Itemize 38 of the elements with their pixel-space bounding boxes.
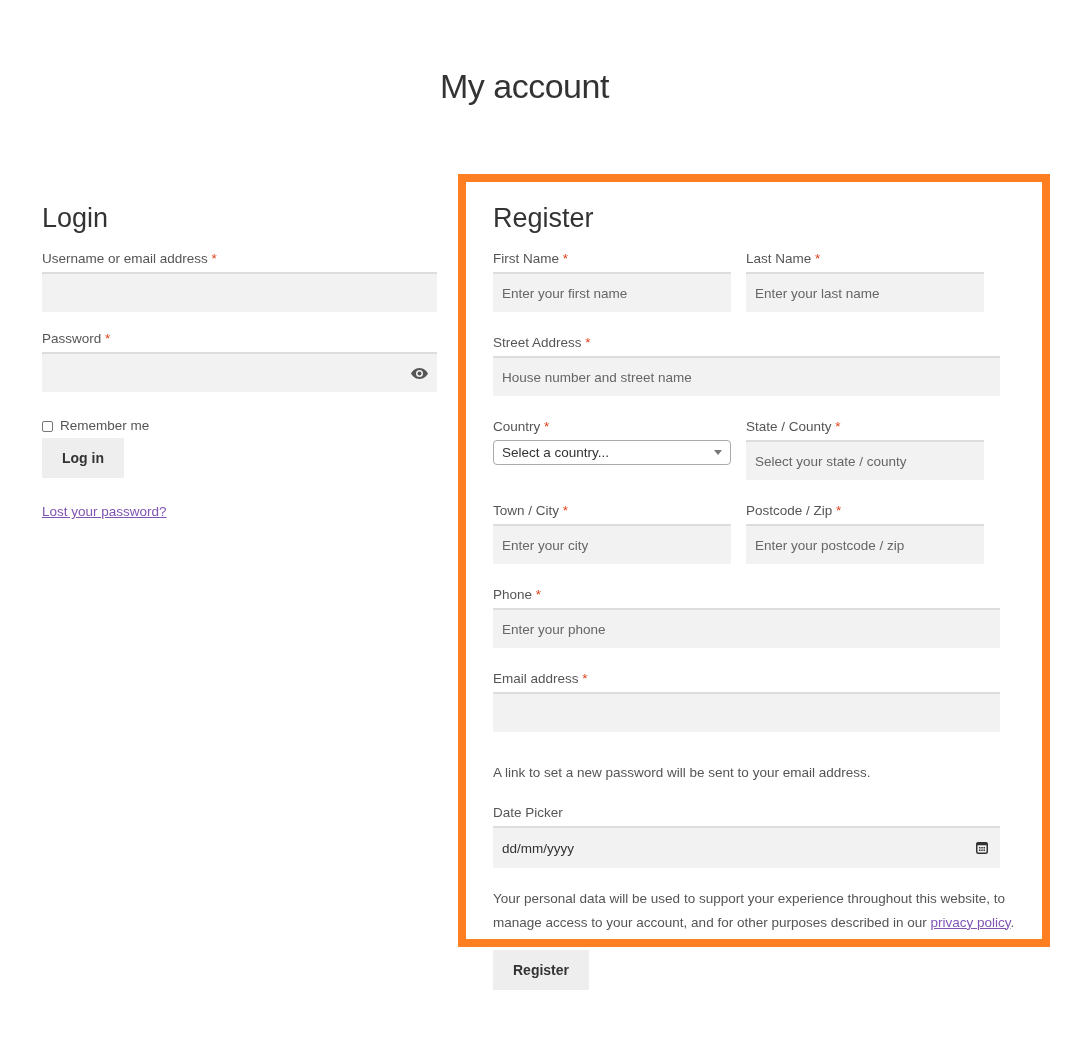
caret-icon bbox=[714, 450, 722, 455]
input-field[interactable]: Enter your phone bbox=[493, 608, 1000, 648]
register-heading: Register bbox=[493, 202, 595, 235]
field-label: Email address * bbox=[493, 670, 589, 688]
login-button[interactable]: Log in bbox=[42, 438, 124, 478]
password-note: A link to set a new password will be sent to your email address. bbox=[493, 764, 872, 782]
input-field[interactable]: Enter your last name bbox=[746, 272, 984, 312]
input-field[interactable]: Select your state / county bbox=[746, 440, 984, 480]
field-label: Postcode / Zip * bbox=[746, 502, 843, 520]
field-label: State / County * bbox=[746, 418, 842, 436]
input-field[interactable]: Enter your postcode / zip bbox=[746, 524, 984, 564]
field-label: Password * bbox=[42, 330, 112, 348]
lost-password-link[interactable]: Lost your password? bbox=[42, 504, 167, 519]
input-field[interactable]: House number and street name bbox=[493, 356, 1000, 396]
field-label: Username or email address * bbox=[42, 250, 218, 268]
calendar-icon[interactable] bbox=[976, 842, 988, 854]
username-field[interactable] bbox=[42, 272, 437, 312]
field-label: Country * bbox=[493, 418, 551, 436]
input-field[interactable] bbox=[493, 692, 1000, 732]
input-field[interactable]: Enter your first name bbox=[493, 272, 731, 312]
country-select[interactable]: Select a country... bbox=[493, 440, 731, 465]
password-field[interactable] bbox=[42, 352, 437, 392]
field-label: Town / City * bbox=[493, 502, 570, 520]
login-heading: Login bbox=[42, 202, 109, 235]
page-title: My account bbox=[439, 66, 611, 107]
field-label: Date Picker bbox=[493, 804, 564, 822]
field-label: Street Address * bbox=[493, 334, 592, 352]
register-button[interactable]: Register bbox=[493, 950, 590, 990]
input-field[interactable]: Enter your city bbox=[493, 524, 731, 564]
eye-icon[interactable] bbox=[411, 367, 428, 379]
field-label: Last Name * bbox=[746, 250, 822, 268]
privacy-policy-link[interactable]: privacy policy bbox=[930, 914, 1011, 930]
date-field[interactable]: dd/mm/yyyy bbox=[493, 826, 1000, 868]
field-label: Phone * bbox=[493, 586, 543, 604]
field-label: First Name * bbox=[493, 250, 570, 268]
remember-label: Remember me bbox=[60, 417, 150, 435]
privacy-text: Your personal data will be used to support your experience throughout this website, to manage access to your account, and for other purposes described in our privacy policy. bbox=[493, 890, 1015, 932]
remember-checkbox[interactable] bbox=[42, 420, 53, 432]
